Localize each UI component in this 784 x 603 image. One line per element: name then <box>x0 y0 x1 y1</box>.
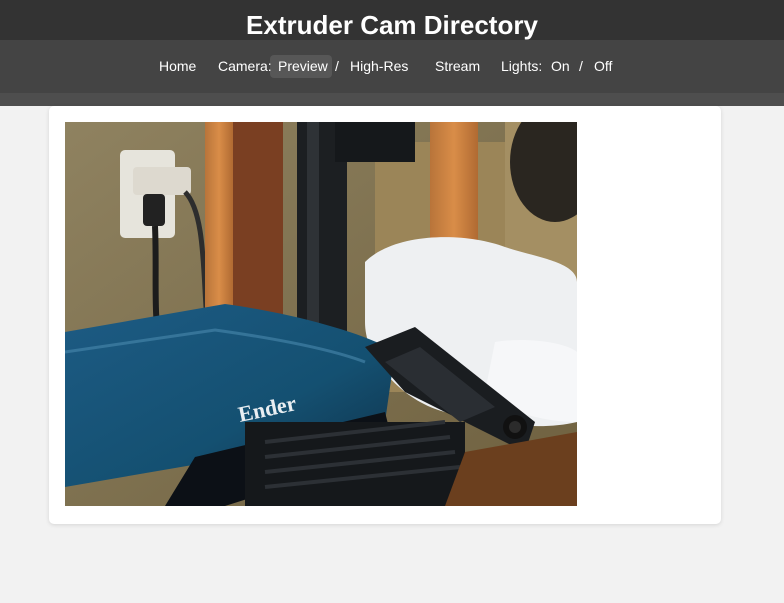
camera-label: Camera: <box>218 58 272 74</box>
camera-snapshot: Ender <box>65 122 577 506</box>
camera-preview-link[interactable]: Preview <box>278 56 328 76</box>
stream-link[interactable]: Stream <box>435 56 480 76</box>
lights-separator: / <box>579 58 583 74</box>
lights-label: Lights: <box>501 58 543 74</box>
nav-bar-bottom <box>0 93 784 106</box>
page-title: Extruder Cam Directory <box>246 10 538 40</box>
camera-separator: / <box>335 58 339 74</box>
lights-off-link[interactable]: Off <box>594 56 612 76</box>
lights-on-link[interactable]: On <box>551 56 570 76</box>
nav-home-link[interactable]: Home <box>159 56 196 76</box>
camera-image: Ender <box>65 122 577 506</box>
camera-highres-link[interactable]: High-Res <box>350 56 408 76</box>
